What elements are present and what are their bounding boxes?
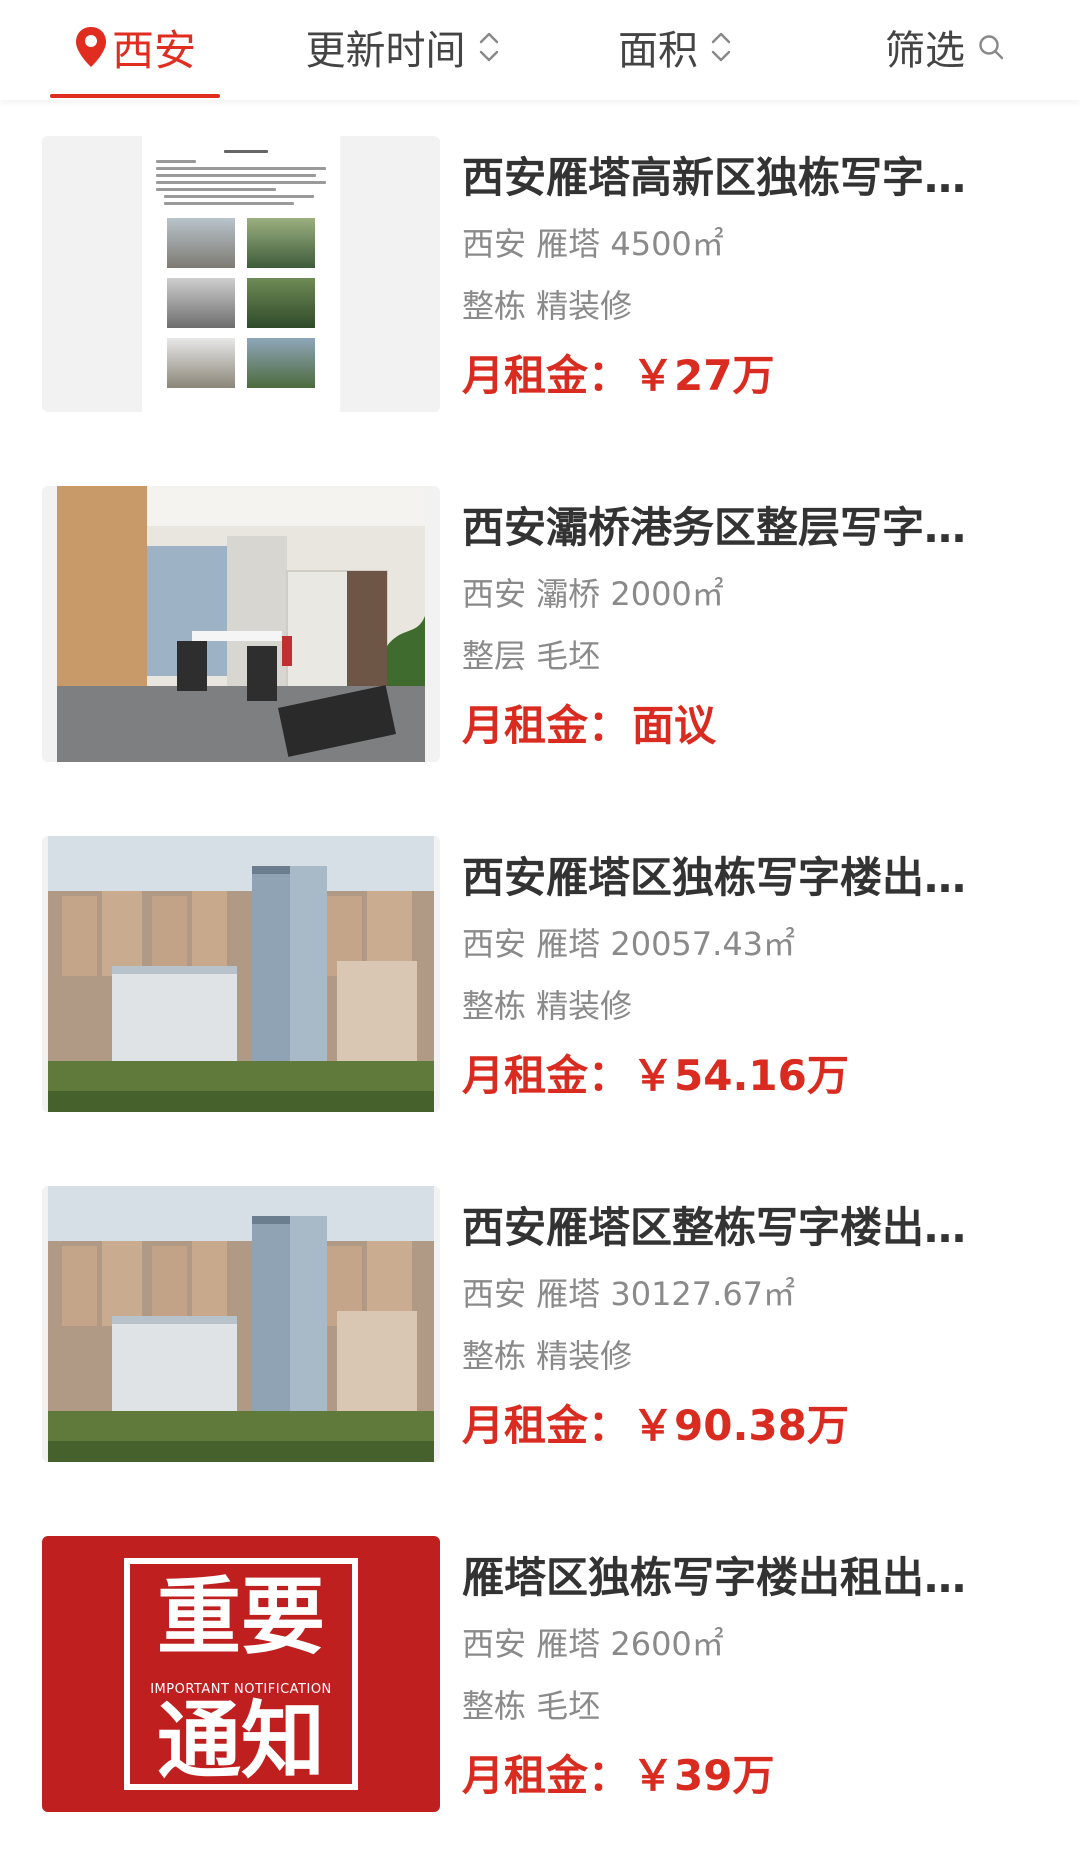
filter-bar: 西安 更新时间 面积 筛选 (0, 0, 1080, 100)
sort-update-label: 更新时间 (305, 28, 466, 74)
listing-info: 西安雁塔高新区独栋写字… 西安 雁塔 4500㎡ 整栋 精装修 月租金：￥27万 (462, 136, 1052, 404)
notice-line2: 通知 (156, 1692, 325, 1790)
price-label: 月租金： (462, 701, 631, 750)
listing-location-area: 西安 灞桥 2000㎡ (462, 575, 724, 613)
listing-tags: 整层 毛坯 (462, 637, 601, 675)
filter-button[interactable]: 筛选 (880, 0, 1010, 94)
document-thumb (42, 136, 440, 412)
listing-card[interactable]: 西安灞桥港务区整层写字… 西安 灞桥 2000㎡ 整层 毛坯 月租金：面议 (0, 450, 1080, 800)
listing-title: 西安雁塔区独栋写字楼出… (462, 853, 967, 902)
listing-card[interactable]: 西安雁塔区独栋写字楼出… 西安 雁塔 20057.43㎡ 整栋 精装修 月租金：… (0, 800, 1080, 1150)
office-interior-thumb (42, 486, 440, 762)
sort-area-label: 面积 (618, 28, 698, 74)
listing-tags: 整栋 精装修 (462, 287, 633, 325)
listing-title: 西安雁塔高新区独栋写字… (462, 153, 967, 202)
listing-info: 西安雁塔区独栋写字楼出… 西安 雁塔 20057.43㎡ 整栋 精装修 月租金：… (462, 836, 1052, 1104)
listing-card[interactable]: 西安雁塔区整栋写字楼出… 西安 雁塔 30127.67㎡ 整栋 精装修 月租金：… (0, 1150, 1080, 1500)
price-label: 月租金： (462, 1401, 631, 1450)
city-skyline-image (42, 836, 440, 1112)
price-value: ￥90.38万 (632, 1401, 849, 1450)
city-label: 西安 (111, 25, 196, 75)
listing-title: 西安灞桥港务区整层写字… (462, 503, 967, 552)
listing-info: 西安灞桥港务区整层写字… 西安 灞桥 2000㎡ 整层 毛坯 月租金：面议 (462, 486, 1052, 754)
city-skyline-thumb (42, 1186, 440, 1462)
listing-price: 月租金：面议 (462, 698, 1052, 754)
notice-line1: 重要 (156, 1568, 325, 1666)
filter-label: 筛选 (885, 28, 965, 74)
listing-title: 西安雁塔区整栋写字楼出… (462, 1203, 967, 1252)
location-pin-icon (75, 27, 106, 67)
price-label: 月租金： (462, 1751, 631, 1800)
search-icon (979, 35, 1004, 60)
sort-updown-icon (711, 32, 731, 62)
price-value: ￥39万 (632, 1751, 775, 1800)
city-skyline-thumb (42, 836, 440, 1112)
listing-location-area: 西安 雁塔 30127.67㎡ (462, 1275, 796, 1313)
listing-card[interactable]: 重要 IMPORTANT NOTIFICATION 通知 雁塔区独栋写字楼出租出… (0, 1500, 1080, 1850)
listing-info: 西安雁塔区整栋写字楼出… 西安 雁塔 30127.67㎡ 整栋 精装修 月租金：… (462, 1186, 1052, 1454)
document-image (142, 136, 340, 412)
listing-price: 月租金：￥39万 (462, 1748, 1052, 1804)
price-label: 月租金： (462, 1051, 631, 1100)
sort-by-update-time[interactable]: 更新时间 (295, 0, 510, 94)
listing-info: 雁塔区独栋写字楼出租出… 西安 雁塔 2600㎡ 整栋 毛坯 月租金：￥39万 (462, 1536, 1052, 1804)
listing-tags: 整栋 精装修 (462, 1337, 633, 1375)
sort-by-area[interactable]: 面积 (610, 0, 740, 94)
notice-image: 重要 IMPORTANT NOTIFICATION 通知 (42, 1536, 440, 1812)
listing-location-area: 西安 雁塔 4500㎡ (462, 225, 724, 263)
city-skyline-image (42, 1186, 440, 1462)
city-selector[interactable]: 西安 (50, 0, 220, 98)
listing-card[interactable]: 西安雁塔高新区独栋写字… 西安 雁塔 4500㎡ 整栋 精装修 月租金：￥27万 (0, 100, 1080, 450)
active-tab-underline (50, 94, 220, 98)
listing-title: 雁塔区独栋写字楼出租出… (462, 1553, 967, 1602)
listing-price: 月租金：￥54.16万 (462, 1048, 1052, 1104)
price-value: ￥54.16万 (632, 1051, 849, 1100)
listing-price: 月租金：￥90.38万 (462, 1398, 1052, 1454)
sort-updown-icon (479, 32, 498, 62)
listing-location-area: 西安 雁塔 2600㎡ (462, 1625, 724, 1663)
price-label: 月租金： (462, 351, 631, 400)
listing-tags: 整栋 精装修 (462, 987, 633, 1025)
price-value: 面议 (632, 701, 717, 750)
listing-price: 月租金：￥27万 (462, 348, 1052, 404)
notice-thumb: 重要 IMPORTANT NOTIFICATION 通知 (42, 1536, 440, 1812)
price-value: ￥27万 (632, 351, 775, 400)
listing-location-area: 西安 雁塔 20057.43㎡ (462, 925, 796, 963)
office-interior-image (42, 486, 440, 762)
notice-frame: 重要 IMPORTANT NOTIFICATION 通知 (124, 1558, 358, 1790)
listing-tags: 整栋 毛坯 (462, 1687, 601, 1725)
